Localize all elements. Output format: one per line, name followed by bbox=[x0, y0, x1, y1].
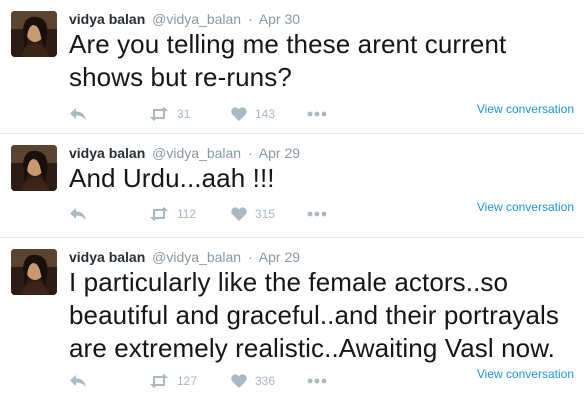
reply-icon bbox=[70, 375, 86, 387]
separator: · bbox=[247, 145, 253, 161]
user-fullname[interactable]: vidya balan bbox=[69, 249, 145, 265]
more-icon bbox=[307, 211, 327, 217]
tweet-timestamp[interactable]: Apr 29 bbox=[259, 145, 300, 161]
heart-icon bbox=[231, 374, 247, 388]
more-icon bbox=[307, 378, 327, 384]
tweet-text: And Urdu...aah !!! bbox=[69, 163, 275, 193]
more-button[interactable] bbox=[307, 370, 327, 392]
tweet[interactable]: vidya balan @vidya_balan · Apr 29 And Ur… bbox=[0, 134, 584, 238]
like-button[interactable]: 336 bbox=[231, 370, 275, 392]
retweet-count: 127 bbox=[177, 374, 198, 388]
user-handle[interactable]: @vidya_balan bbox=[152, 249, 241, 265]
like-button[interactable]: 143 bbox=[231, 103, 275, 125]
user-handle[interactable]: @vidya_balan bbox=[152, 145, 241, 161]
retweet-button[interactable]: 127 bbox=[149, 370, 197, 392]
like-count: 315 bbox=[255, 207, 276, 221]
reply-button[interactable] bbox=[69, 103, 87, 125]
like-count: 336 bbox=[255, 374, 276, 388]
retweet-icon bbox=[150, 207, 168, 221]
more-button[interactable] bbox=[307, 103, 327, 125]
reply-button[interactable] bbox=[69, 203, 87, 225]
avatar[interactable] bbox=[11, 249, 57, 295]
retweet-icon bbox=[150, 374, 168, 388]
tweet-timestamp[interactable]: Apr 29 bbox=[259, 249, 300, 265]
reply-button[interactable] bbox=[69, 370, 87, 392]
view-conversation-link[interactable]: View conversation bbox=[477, 367, 574, 381]
view-conversation-link[interactable]: View conversation bbox=[477, 200, 574, 214]
more-icon bbox=[307, 111, 327, 117]
separator: · bbox=[247, 249, 253, 265]
like-button[interactable]: 315 bbox=[231, 203, 275, 225]
retweet-count: 31 bbox=[177, 107, 191, 121]
retweet-button[interactable]: 112 bbox=[149, 203, 196, 225]
view-conversation-link[interactable]: View conversation bbox=[477, 102, 574, 116]
tweet-text: Are you telling me these arent current s… bbox=[69, 29, 507, 92]
avatar[interactable] bbox=[11, 11, 57, 57]
tweet-header: vidya balan @vidya_balan · Apr 30 bbox=[69, 10, 300, 28]
heart-icon bbox=[231, 207, 247, 221]
tweet-header: vidya balan @vidya_balan · Apr 29 bbox=[69, 144, 300, 162]
avatar[interactable] bbox=[11, 145, 57, 191]
more-button[interactable] bbox=[307, 203, 327, 225]
retweet-icon bbox=[150, 107, 168, 121]
reply-icon bbox=[70, 108, 86, 120]
retweet-button[interactable]: 31 bbox=[149, 103, 190, 125]
tweet-timestamp[interactable]: Apr 30 bbox=[259, 11, 300, 27]
user-fullname[interactable]: vidya balan bbox=[69, 145, 145, 161]
like-count: 143 bbox=[255, 107, 276, 121]
separator: · bbox=[247, 11, 253, 27]
user-handle[interactable]: @vidya_balan bbox=[152, 11, 241, 27]
reply-icon bbox=[70, 208, 86, 220]
tweet-header: vidya balan @vidya_balan · Apr 29 bbox=[69, 248, 300, 266]
tweet-text: I particularly like the female actors..s… bbox=[69, 267, 560, 363]
tweet[interactable]: vidya balan @vidya_balan · Apr 30 Are yo… bbox=[0, 0, 584, 134]
tweet[interactable]: vidya balan @vidya_balan · Apr 29 I part… bbox=[0, 238, 584, 405]
heart-icon bbox=[231, 107, 247, 121]
tweet-timeline: vidya balan @vidya_balan · Apr 30 Are yo… bbox=[0, 0, 584, 405]
user-fullname[interactable]: vidya balan bbox=[69, 11, 145, 27]
retweet-count: 112 bbox=[177, 207, 197, 221]
